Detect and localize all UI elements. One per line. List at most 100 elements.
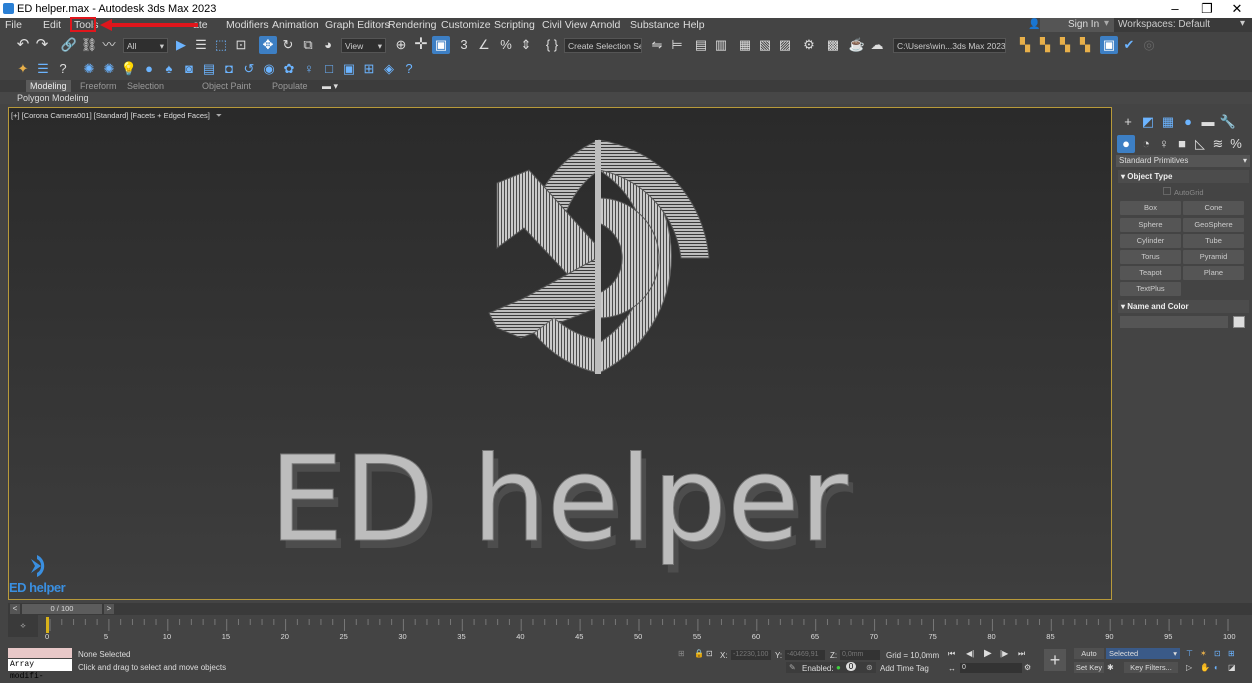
close-button[interactable]: ✕	[1222, 0, 1252, 18]
prev-frame-button[interactable]: <	[10, 604, 20, 614]
maximize-viewport-icon[interactable]: ◪	[1228, 663, 1236, 672]
scene-icon[interactable]: ✦	[14, 60, 32, 78]
menu-civil-view[interactable]: Civil View	[542, 19, 587, 31]
zoom-extents-icon[interactable]: ⊡	[1214, 649, 1221, 658]
tab-object-paint[interactable]: Object Paint	[202, 80, 251, 92]
field-of-view-icon[interactable]: ▷	[1186, 663, 1192, 672]
render-production-icon[interactable]: ☕	[848, 36, 866, 54]
minimize-button[interactable]: –	[1160, 0, 1190, 18]
render-in-cloud-icon[interactable]: ☁	[868, 36, 886, 54]
autogrid-checkbox[interactable]: AutoGrid	[1163, 187, 1204, 197]
unlink-icon[interactable]: ⛓	[80, 36, 98, 54]
proxy-icon[interactable]: ♠	[160, 60, 178, 78]
snaps-toggle-icon[interactable]: 3	[455, 36, 473, 54]
project-icon-2[interactable]: ▚	[1036, 36, 1054, 54]
key-set-dropdown[interactable]: Selected ▾	[1106, 648, 1180, 659]
menu-help[interactable]: Help	[683, 19, 705, 31]
go-to-start-icon[interactable]: ⏮	[948, 649, 955, 659]
set-key-button[interactable]: Set Key	[1074, 662, 1104, 673]
menu-graph-editors[interactable]: Graph Editors	[325, 19, 390, 31]
tab-populate[interactable]: Populate	[272, 80, 308, 92]
isolate-icon[interactable]: ⊞	[678, 649, 685, 658]
box-button[interactable]: Box	[1120, 201, 1181, 215]
grid-icon[interactable]: ⊞	[360, 60, 378, 78]
select-and-rotate-icon[interactable]: ↻	[279, 36, 297, 54]
rendered-frame-window-icon[interactable]: ▩	[824, 36, 842, 54]
systems-icon[interactable]: %	[1227, 135, 1245, 153]
track-bar[interactable]: ⟡ 0 5 10 15 20 25 30 35 40 45 50 55 60 65 70 75 80 85 90 95…	[8, 615, 1252, 645]
toggle-layer-explorer-icon[interactable]: ▥	[712, 36, 730, 54]
polygon-modeling-panel[interactable]: Polygon Modeling	[17, 92, 89, 104]
select-and-move-icon[interactable]: ✥	[259, 36, 277, 54]
mirror-icon[interactable]: ⇋	[648, 36, 666, 54]
key-filters-button[interactable]: Key Filters...	[1124, 662, 1178, 673]
angle-snap-icon[interactable]: ∠	[475, 36, 493, 54]
manipulate-icon[interactable]: ✛	[412, 36, 430, 54]
camera-icon[interactable]: ◙	[180, 60, 198, 78]
auto-key-button[interactable]: Auto Key	[1074, 648, 1104, 669]
spinner-snap-icon[interactable]: ⇕	[517, 36, 535, 54]
name-and-color-rollout[interactable]: ▾ Name and Color	[1118, 300, 1249, 313]
motion-tab-icon[interactable]: ●	[1179, 113, 1197, 131]
material-editor-icon[interactable]: ▨	[776, 36, 794, 54]
link-icon[interactable]: 🔗	[60, 36, 78, 54]
time-slider-thumb[interactable]: 0 / 100	[22, 604, 102, 614]
helpers-icon[interactable]: ◺	[1191, 135, 1209, 153]
zoom-all-icon[interactable]: ✶	[1200, 649, 1207, 658]
geosphere-button[interactable]: GeoSphere	[1183, 218, 1244, 232]
selection-filter-dropdown[interactable]: All ▾	[123, 38, 168, 53]
eye-icon[interactable]: ◈	[380, 60, 398, 78]
plane-button[interactable]: Plane	[1183, 266, 1244, 280]
cameras-icon[interactable]: ■	[1173, 135, 1191, 153]
open-mini-curve-editor[interactable]: ⟡	[8, 615, 38, 637]
select-and-place-icon[interactable]: ◕	[319, 36, 337, 54]
rectangular-selection-icon[interactable]: ⬚	[212, 36, 230, 54]
absolute-mode-icon[interactable]: ⊡	[706, 649, 713, 658]
curve-editor-icon[interactable]: ▦	[736, 36, 754, 54]
frame-icon[interactable]: ▤	[200, 60, 218, 78]
bulb-icon[interactable]: ♀	[300, 60, 318, 78]
next-frame-button[interactable]: >	[104, 604, 114, 614]
category-dropdown[interactable]: Standard Primitives ▾	[1116, 155, 1250, 167]
adaptive-degradation-icon[interactable]: ✎	[789, 663, 796, 672]
sphere-icon[interactable]: ●	[140, 60, 158, 78]
menu-animation[interactable]: Animation	[272, 19, 319, 31]
menu-substance[interactable]: Substance	[630, 19, 680, 31]
space-warps-icon[interactable]: ≋	[1209, 135, 1227, 153]
cylinder-button[interactable]: Cylinder	[1120, 234, 1181, 248]
textplus-button[interactable]: TextPlus	[1120, 282, 1181, 296]
object-color-swatch[interactable]	[1233, 316, 1245, 328]
pan-view-icon[interactable]: ✋	[1200, 663, 1210, 672]
menu-modifiers[interactable]: Modifiers	[226, 19, 269, 31]
viewport-layout-icon[interactable]: ▣	[1100, 36, 1118, 54]
window-crossing-icon[interactable]: ⊡	[232, 36, 250, 54]
help-icon[interactable]: ?	[54, 60, 72, 78]
object-type-rollout[interactable]: ▾ Object Type	[1118, 170, 1249, 183]
perspective-viewport[interactable]: [+] [Corona Camera001] [Standard] [Facet…	[8, 107, 1112, 600]
cone-button[interactable]: Cone	[1183, 201, 1244, 215]
time-config-icon[interactable]: ⚙	[1024, 663, 1031, 672]
tab-freeform[interactable]: Freeform	[80, 80, 117, 92]
add-time-tag[interactable]: Add Time Tag	[880, 664, 929, 673]
window-icon[interactable]: ▣	[340, 60, 358, 78]
project-folder-dropdown[interactable]: C:\Users\win...3ds Max 2023	[893, 38, 1006, 53]
modify-tab-icon[interactable]: ◩	[1139, 113, 1157, 131]
y-coordinate-field[interactable]: -40469,91	[785, 650, 825, 660]
previous-frame-icon[interactable]: ◀|	[966, 649, 974, 658]
maximize-button[interactable]: ❐	[1192, 0, 1222, 18]
light-icon[interactable]: 💡	[120, 60, 138, 78]
menu-edit[interactable]: Edit	[43, 19, 61, 31]
named-selection-dropdown[interactable]: Create Selection Se	[564, 38, 642, 53]
scatter-icon[interactable]: ✿	[280, 60, 298, 78]
z-coordinate-field[interactable]: 0,0mm	[840, 650, 880, 660]
menu-scripting[interactable]: Scripting	[494, 19, 535, 31]
project-icon-4[interactable]: ▚	[1076, 36, 1094, 54]
tab-modeling[interactable]: Modeling	[26, 80, 71, 92]
key-mode-icon[interactable]: ↔	[948, 664, 956, 673]
list-icon[interactable]: ☰	[34, 60, 52, 78]
tube-button[interactable]: Tube	[1183, 234, 1244, 248]
zoom-icon[interactable]: ⊤	[1186, 649, 1193, 658]
pivot-center-icon[interactable]: ⊕	[392, 36, 410, 54]
render-setup-icon[interactable]: ⚙	[800, 36, 818, 54]
schematic-view-icon[interactable]: ▧	[756, 36, 774, 54]
